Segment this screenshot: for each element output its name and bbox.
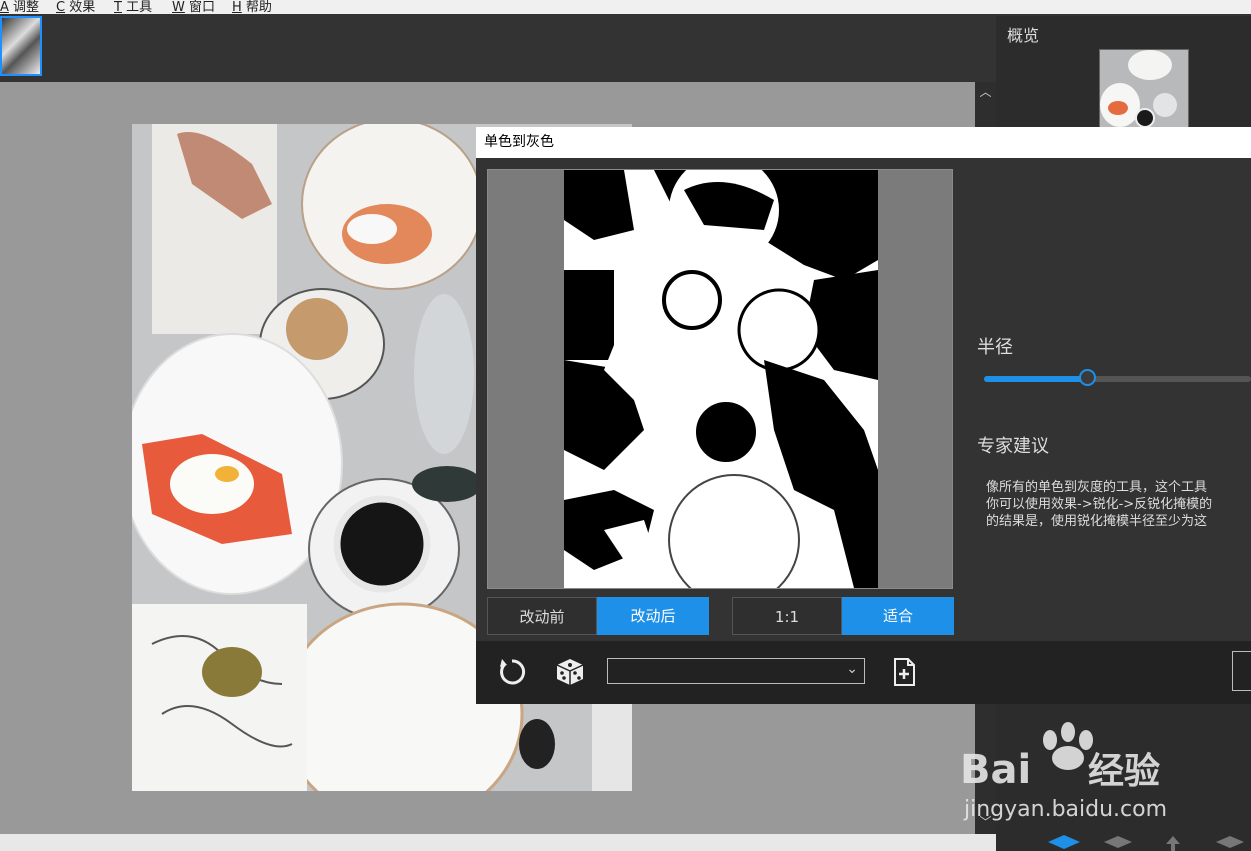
before-button[interactable]: 改动前 [487, 597, 597, 635]
layer-icons [1048, 835, 1244, 851]
overview-title: 概览 [1007, 26, 1040, 45]
svg-text:jingyan.baidu.com: jingyan.baidu.com [963, 797, 1167, 822]
up-arrow-icon [1166, 836, 1180, 851]
menu-adjust[interactable]: A 调整 [0, 0, 39, 14]
chevron-down-icon: ⌄ [846, 661, 858, 677]
svg-text:Bai: Bai [960, 747, 1031, 793]
ok-button[interactable] [1232, 651, 1251, 691]
menu-window[interactable]: W 窗口 [172, 0, 215, 14]
advice-line: 像所有的单色到灰度的工具，这个工具 [986, 480, 1208, 495]
preview-box [487, 169, 953, 589]
scroll-up-icon[interactable]: ︿ [979, 86, 992, 99]
zoom-1to1-button[interactable]: 1:1 [732, 597, 842, 635]
reset-icon[interactable] [496, 656, 528, 688]
expert-advice-title: 专家建议 [977, 436, 1049, 457]
menu-tools[interactable]: T 工具 [114, 0, 152, 14]
zoom-fit-button[interactable]: 适合 [842, 597, 954, 635]
layers-icon [1048, 835, 1080, 849]
monochrome-to-gray-dialog: 单色到灰色 改动前 改动后 1:1 适合 半径 专家建议 像所有的单色到灰度的工… [476, 127, 1251, 704]
preset-dropdown[interactable]: ⌄ [607, 658, 865, 684]
radius-slider[interactable] [984, 369, 1251, 389]
menu-bar: A 调整 C 效果 T 工具 W 窗口 H 帮助 [0, 0, 1251, 14]
after-button[interactable]: 改动后 [597, 597, 709, 635]
advice-line: 你可以使用效果->锐化->反锐化掩模的 [986, 497, 1213, 512]
image-thumbnail[interactable] [0, 16, 42, 76]
layers-icon [1104, 836, 1132, 848]
layers-icon [1216, 836, 1244, 848]
dialog-titlebar[interactable]: 单色到灰色 [476, 127, 1251, 158]
menu-help[interactable]: H 帮助 [232, 0, 272, 14]
thumbnail-strip [0, 16, 996, 82]
horizontal-scrollbar[interactable] [0, 834, 996, 851]
overview-thumbnail[interactable] [1099, 49, 1189, 131]
dialog-title: 单色到灰色 [484, 134, 554, 150]
baidu-watermark: Bai 经验 jingyan.baidu.com [960, 722, 1167, 822]
radius-label: 半径 [977, 337, 1013, 358]
slider-fill [984, 376, 1088, 382]
expert-advice-text: 像所有的单色到灰度的工具，这个工具 你可以使用效果->锐化->反锐化掩模的 的结… [986, 479, 1251, 530]
dialog-toolbar: ⌄ [476, 641, 1251, 704]
slider-knob[interactable] [1079, 369, 1096, 386]
new-file-icon[interactable] [888, 656, 920, 688]
advice-line: 的结果是，使用锐化掩模半径至少为这 [986, 514, 1208, 529]
svg-text:经验: 经验 [1088, 751, 1160, 792]
dice-icon[interactable] [554, 656, 586, 688]
menu-effects[interactable]: C 效果 [56, 0, 95, 14]
preview-image[interactable] [564, 170, 878, 588]
